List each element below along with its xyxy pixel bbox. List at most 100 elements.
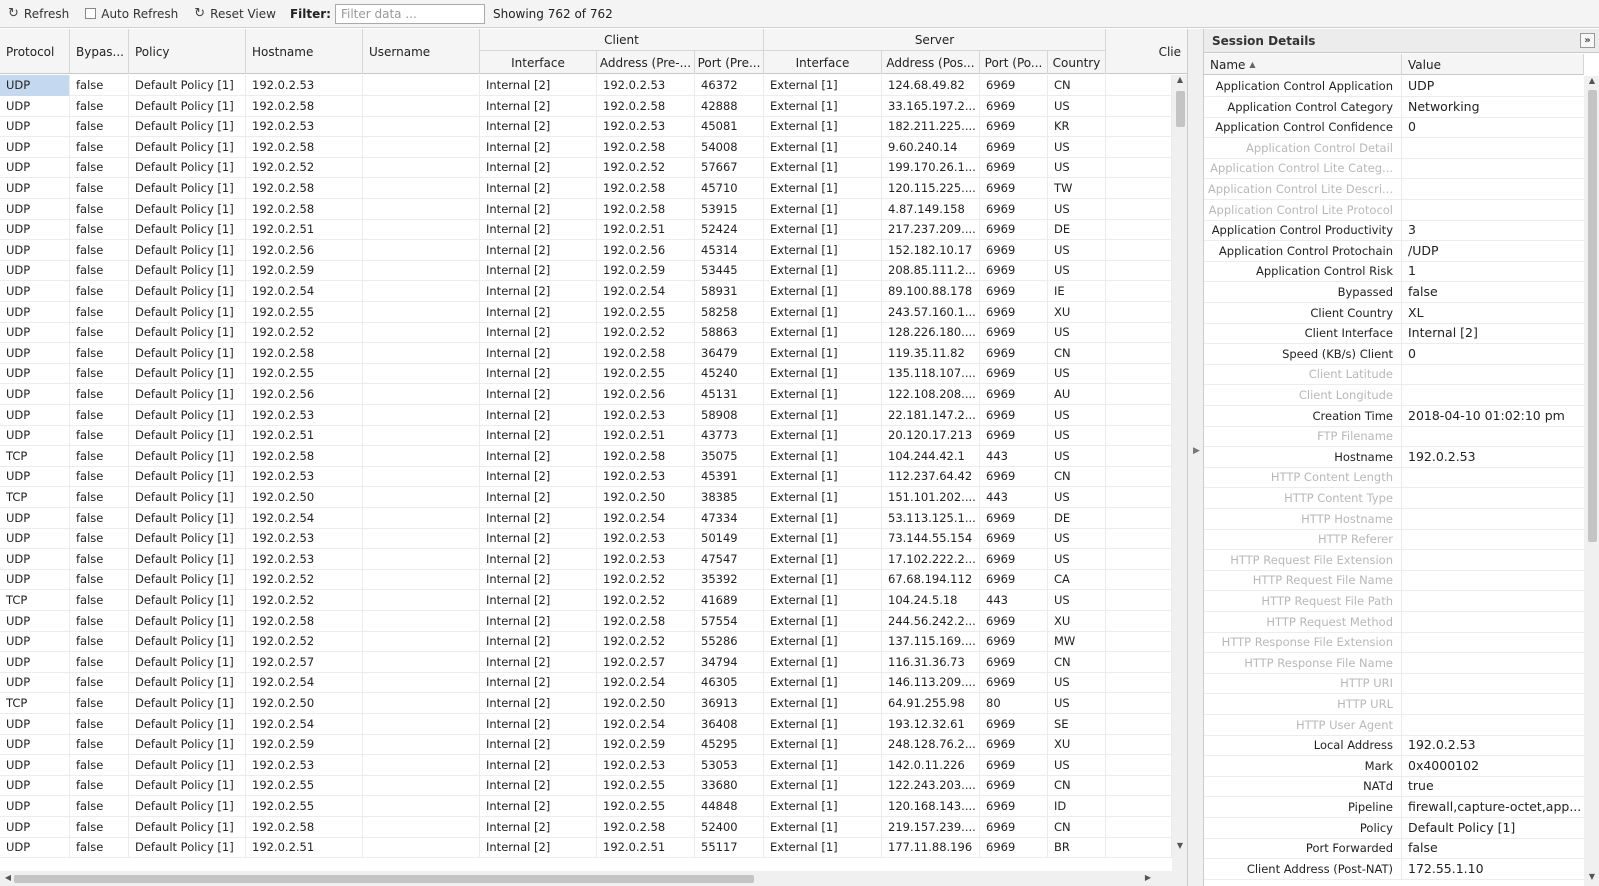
scroll-up-icon[interactable]: ▲ bbox=[1172, 75, 1187, 84]
table-row[interactable]: TCP false Default Policy [1] 192.0.2.50 Inte… bbox=[0, 693, 1172, 714]
table-row[interactable]: UDP false Default Policy [1] 192.0.2.53 Inte… bbox=[0, 75, 1172, 96]
table-row[interactable]: UDP false Default Policy [1] 192.0.2.52 Inte… bbox=[0, 322, 1172, 344]
table-row[interactable]: UDP false Default Policy [1] 192.0.2.53 Inte… bbox=[0, 548, 1172, 570]
detail-row[interactable]: Application Control Detail bbox=[1204, 137, 1584, 159]
table-row[interactable]: UDP false Default Policy [1] 192.0.2.58 Inte… bbox=[0, 198, 1172, 220]
panel-vertical-scrollbar[interactable]: ▲ ▼ bbox=[1584, 76, 1599, 886]
detail-row[interactable]: HTTP Referer bbox=[1204, 529, 1584, 551]
table-row[interactable]: UDP false Default Policy [1] 192.0.2.58 Inte… bbox=[0, 816, 1172, 838]
table-row[interactable]: UDP false Default Policy [1] 192.0.2.58 Inte… bbox=[0, 136, 1172, 158]
col-client-interface[interactable]: Interface bbox=[480, 51, 597, 74]
table-row[interactable]: UDP false Default Policy [1] 192.0.2.52 Inte… bbox=[0, 569, 1172, 591]
detail-row[interactable]: Creation Time 2018-04-10 01:02:10 pm bbox=[1204, 405, 1584, 427]
panel-splitter[interactable]: ▶ bbox=[1188, 29, 1203, 886]
table-row[interactable]: UDP false Default Policy [1] 192.0.2.58 Inte… bbox=[0, 342, 1172, 364]
table-row[interactable]: UDP false Default Policy [1] 192.0.2.55 Inte… bbox=[0, 301, 1172, 323]
table-row[interactable]: UDP false Default Policy [1] 192.0.2.55 Inte… bbox=[0, 796, 1172, 817]
detail-row[interactable]: Application Control Protochain/UDP bbox=[1204, 240, 1584, 262]
detail-row[interactable]: Bypassed false bbox=[1204, 282, 1584, 303]
table-row[interactable]: UDP false Default Policy [1] 192.0.2.56 Inte… bbox=[0, 384, 1172, 405]
detail-row[interactable]: HTTP User Agent bbox=[1204, 714, 1584, 736]
detail-row[interactable]: Client Interface Internal [2] bbox=[1204, 323, 1584, 345]
scroll-down-icon[interactable]: ▼ bbox=[1172, 841, 1187, 850]
table-row[interactable]: UDP false Default Policy [1] 192.0.2.58 Inte… bbox=[0, 178, 1172, 199]
table-row[interactable]: UDP false Default Policy [1] 192.0.2.54 Inte… bbox=[0, 507, 1172, 529]
grid-vertical-scrollbar[interactable]: ▲ ▼ bbox=[1172, 75, 1187, 886]
grid-horizontal-scrollbar[interactable]: ◀ ▶ bbox=[0, 871, 1172, 886]
detail-row[interactable]: Application Control Lite Protocol bbox=[1204, 199, 1584, 221]
table-row[interactable]: UDP false Default Policy [1] 192.0.2.59 Inte… bbox=[0, 260, 1172, 282]
table-row[interactable]: UDP false Default Policy [1] 192.0.2.53 Inte… bbox=[0, 466, 1172, 488]
auto-refresh-checkbox[interactable]: Auto Refresh bbox=[77, 3, 186, 25]
table-row[interactable]: UDP false Default Policy [1] 192.0.2.55 Inte… bbox=[0, 363, 1172, 385]
detail-row[interactable]: Client Address (Post-NAT) 172.55.1.10 bbox=[1204, 858, 1584, 880]
table-row[interactable]: UDP false Default Policy [1] 192.0.2.51 Inte… bbox=[0, 425, 1172, 447]
detail-row[interactable]: Application Control Lite Categ... bbox=[1204, 158, 1584, 180]
table-row[interactable]: UDP false Default Policy [1] 192.0.2.53 Inte… bbox=[0, 404, 1172, 426]
table-row[interactable]: UDP false Default Policy [1] 192.0.2.52 Inte… bbox=[0, 631, 1172, 653]
col-server-address[interactable]: Address (Pos... bbox=[882, 51, 980, 74]
detail-row[interactable]: Application Control Risk 1 bbox=[1204, 261, 1584, 283]
table-row[interactable]: UDP false Default Policy [1] 192.0.2.54 Inte… bbox=[0, 281, 1172, 302]
detail-row[interactable]: Client Latitude bbox=[1204, 364, 1584, 386]
detail-row[interactable]: HTTP Response File Extension bbox=[1204, 632, 1584, 654]
detail-row[interactable]: HTTP URI bbox=[1204, 673, 1584, 695]
table-row[interactable]: UDP false Default Policy [1] 192.0.2.52 Inte… bbox=[0, 157, 1172, 179]
detail-row[interactable]: Application Control Category Networking bbox=[1204, 96, 1584, 118]
detail-row[interactable]: Mark 0x4000102 bbox=[1204, 755, 1584, 777]
col-bypassed[interactable]: Bypas... bbox=[70, 29, 129, 74]
table-row[interactable]: UDP false Default Policy [1] 192.0.2.59 Inte… bbox=[0, 734, 1172, 756]
filter-input[interactable] bbox=[334, 3, 485, 24]
col-value[interactable]: Value bbox=[1402, 54, 1584, 75]
panel-scroll-down-icon[interactable]: ▼ bbox=[1584, 872, 1599, 881]
grid-horizontal-scroll-thumb[interactable] bbox=[14, 875, 754, 883]
col-country[interactable]: Country bbox=[1048, 51, 1106, 74]
splitter-handle-icon[interactable]: ▶ bbox=[1193, 446, 1200, 456]
detail-row[interactable]: Local Address 192.0.2.53 bbox=[1204, 735, 1584, 757]
detail-row[interactable]: HTTP Content Type bbox=[1204, 488, 1584, 509]
detail-row[interactable]: Application Control Application UDP bbox=[1204, 76, 1584, 97]
scroll-right-icon[interactable]: ▶ bbox=[1140, 873, 1156, 882]
table-row[interactable]: UDP false Default Policy [1] 192.0.2.54 Inte… bbox=[0, 713, 1172, 735]
checkbox-icon[interactable] bbox=[85, 8, 97, 19]
reset-view-button[interactable]: ↻ Reset View bbox=[186, 3, 284, 25]
table-row[interactable]: UDP false Default Policy [1] 192.0.2.57 Inte… bbox=[0, 651, 1172, 673]
detail-row[interactable]: HTTP Request File Path bbox=[1204, 591, 1584, 612]
detail-row[interactable]: HTTP Response File Name bbox=[1204, 652, 1584, 674]
collapse-panel-icon[interactable]: » bbox=[1580, 33, 1595, 48]
table-row[interactable]: UDP false Default Policy [1] 192.0.2.55 Inte… bbox=[0, 775, 1172, 797]
refresh-button[interactable]: ↻ Refresh bbox=[0, 3, 77, 25]
detail-row[interactable]: Port Forwarded false bbox=[1204, 838, 1584, 860]
detail-row[interactable]: Application Control Lite Descri... bbox=[1204, 179, 1584, 200]
col-username[interactable]: Username bbox=[363, 29, 480, 74]
table-row[interactable]: UDP false Default Policy [1] 192.0.2.53 Inte… bbox=[0, 528, 1172, 550]
col-client-extra[interactable]: Clie bbox=[1106, 29, 1187, 74]
table-row[interactable]: UDP false Default Policy [1] 192.0.2.53 Inte… bbox=[0, 754, 1172, 776]
detail-row[interactable]: Application Control Productivity 3 bbox=[1204, 220, 1584, 242]
col-server-interface[interactable]: Interface bbox=[764, 51, 882, 74]
table-row[interactable]: UDP false Default Policy [1] 192.0.2.56 Inte… bbox=[0, 239, 1172, 261]
col-hostname[interactable]: Hostname bbox=[246, 29, 363, 74]
detail-row[interactable]: Policy Default Policy [1] bbox=[1204, 817, 1584, 839]
detail-row[interactable]: Pipeline firewall,capture-octet,app... bbox=[1204, 797, 1584, 818]
detail-row[interactable]: HTTP Hostname bbox=[1204, 508, 1584, 530]
table-row[interactable]: UDP false Default Policy [1] 192.0.2.58 Inte… bbox=[0, 610, 1172, 632]
detail-row[interactable]: FTP Filename bbox=[1204, 426, 1584, 448]
panel-vertical-scroll-thumb[interactable] bbox=[1588, 90, 1597, 542]
detail-row[interactable]: NATd true bbox=[1204, 776, 1584, 798]
detail-row[interactable]: Speed (KB/s) Client 0 bbox=[1204, 343, 1584, 365]
col-client-port[interactable]: Port (Pre... bbox=[695, 51, 764, 74]
detail-row[interactable]: HTTP Content Length bbox=[1204, 467, 1584, 489]
detail-row[interactable]: Client Longitude bbox=[1204, 385, 1584, 406]
detail-row[interactable]: HTTP Request File Extension bbox=[1204, 549, 1584, 571]
table-row[interactable]: TCP false Default Policy [1] 192.0.2.52 Inte… bbox=[0, 590, 1172, 611]
panel-scroll-up-icon[interactable]: ▲ bbox=[1584, 76, 1599, 85]
col-protocol[interactable]: Protocol bbox=[0, 29, 70, 74]
col-name[interactable]: Name ▲ bbox=[1204, 54, 1402, 75]
detail-row[interactable]: HTTP URL bbox=[1204, 694, 1584, 715]
table-row[interactable]: TCP false Default Policy [1] 192.0.2.58 Inte… bbox=[0, 445, 1172, 467]
col-server-port[interactable]: Port (Po... bbox=[980, 51, 1048, 74]
table-row[interactable]: UDP false Default Policy [1] 192.0.2.51 Inte… bbox=[0, 219, 1172, 241]
col-policy[interactable]: Policy bbox=[129, 29, 246, 74]
table-row[interactable]: UDP false Default Policy [1] 192.0.2.54 Inte… bbox=[0, 672, 1172, 694]
